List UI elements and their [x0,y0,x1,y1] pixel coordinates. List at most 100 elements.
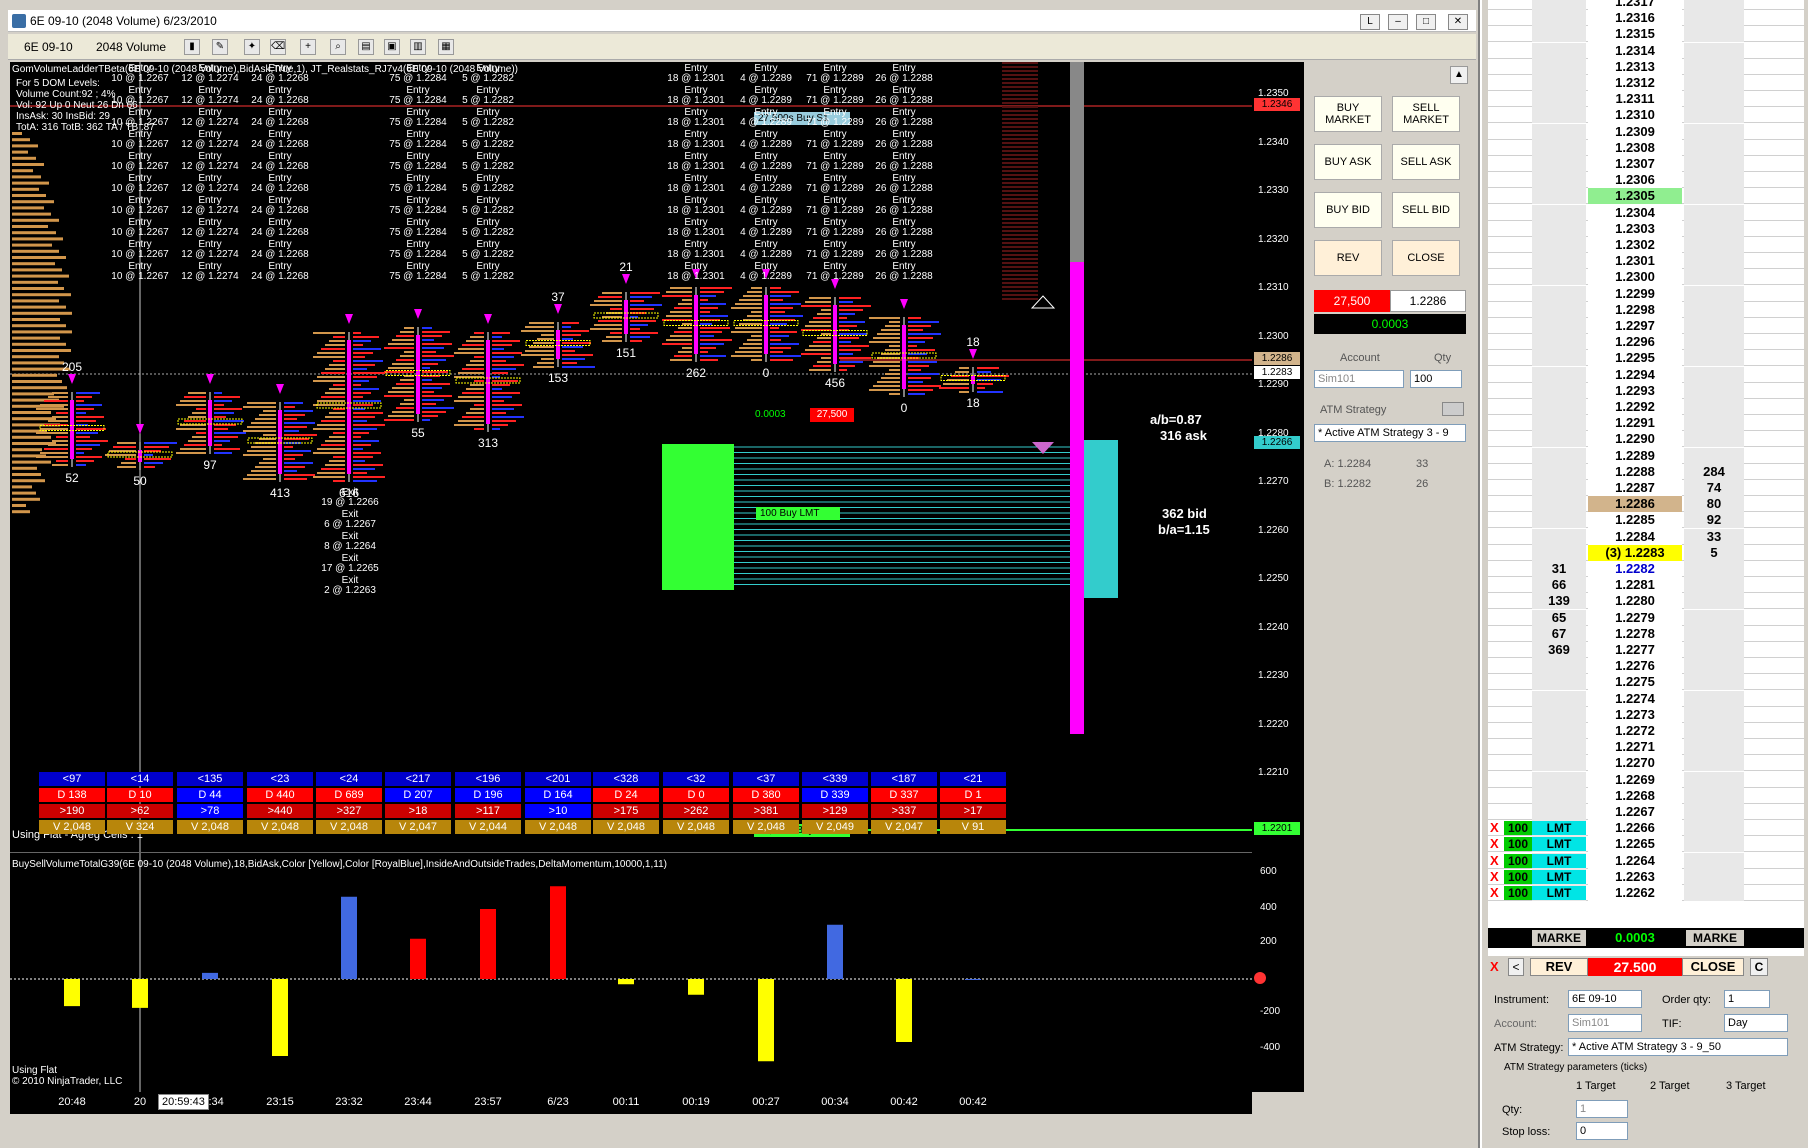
dom-bid-cell[interactable] [1532,285,1586,302]
target3-radio[interactable]: 3 Target [1726,1080,1766,1092]
dom-bid-cell[interactable] [1532,156,1586,172]
dom-row[interactable]: 1.2316 [1488,10,1804,27]
target2-radio[interactable]: 2 Target [1650,1080,1690,1092]
dom-row[interactable]: 1.2298 [1488,301,1804,318]
dom-order-type[interactable]: LMT [1532,869,1586,884]
dom-bid-cell[interactable] [1532,123,1586,140]
dom-row[interactable]: 1.2292 [1488,399,1804,415]
dom-row[interactable]: 1.2314 [1488,42,1804,59]
market-right-button[interactable]: MARKE [1686,930,1744,946]
properties-icon[interactable]: ▥ [410,39,426,55]
dom-bid-cell[interactable] [1532,10,1586,27]
dom-ask-cell[interactable] [1684,674,1744,691]
dom-ask-cell[interactable] [1684,75,1744,91]
dom-bid-cell[interactable]: 31 [1532,561,1586,577]
dom-qty-input[interactable]: 1 [1576,1100,1628,1118]
dom-ask-cell[interactable] [1684,739,1744,756]
dom-bid-cell[interactable] [1532,706,1586,723]
dom-row[interactable]: 1.2286 80 [1488,496,1804,513]
dom-row[interactable]: 1.2284 33 [1488,528,1804,545]
dom-ask-cell[interactable] [1684,42,1744,59]
atm-options-button[interactable] [1442,402,1464,416]
dom-account-select[interactable]: Sim101 [1568,1014,1642,1032]
dom-ask-cell[interactable] [1684,220,1744,237]
dom-ask-cell[interactable] [1684,625,1744,642]
dom-ask-cell[interactable] [1684,804,1744,820]
dom-ask-cell[interactable]: 33 [1684,528,1744,545]
indicator-pane[interactable]: BuySellVolumeTotalG39(6E 09-10 (2048 Vol… [10,852,1252,1092]
dom-cancel-icon[interactable]: X [1490,853,1499,869]
dom-bid-cell[interactable] [1532,269,1586,286]
dom-order-type[interactable]: LMT [1532,886,1586,900]
dom-row[interactable]: 1.2294 [1488,366,1804,383]
maximize-icon[interactable]: □ [1416,14,1436,30]
dom-row[interactable]: 1.2305 [1488,188,1804,205]
dom-bid-cell[interactable] [1532,204,1586,221]
dom-row[interactable]: 1.2271 [1488,739,1804,756]
dom-bid-cell[interactable] [1532,431,1586,448]
dom-bid-cell[interactable] [1532,107,1586,124]
dom-ask-cell[interactable] [1684,723,1744,739]
dom-row[interactable]: 1.2291 [1488,415,1804,432]
dom-row[interactable]: 1.2287 74 [1488,480,1804,496]
dom-order-qty[interactable]: 100 [1504,821,1532,836]
dom-ask-cell[interactable] [1684,771,1744,788]
buy-bid-button[interactable]: BUY BID [1314,192,1382,228]
dom-bid-cell[interactable] [1532,91,1586,108]
dom-row[interactable]: 1.2293 [1488,382,1804,399]
dom-bid-cell[interactable] [1532,139,1586,156]
dom-c-button[interactable]: C [1750,958,1768,976]
dom-order-type[interactable]: LMT [1532,837,1586,852]
dom-cancel-icon[interactable]: X [1490,820,1499,836]
dom-ask-cell[interactable] [1684,593,1744,610]
dom-ask-cell[interactable] [1684,399,1744,415]
market-left-button[interactable]: MARKE [1532,930,1586,946]
strategies-icon[interactable]: ▣ [384,39,400,55]
buy-market-button[interactable]: BUY MARKET [1314,96,1382,132]
dom-ask-cell[interactable] [1684,123,1744,140]
dom-ask-cell[interactable]: 80 [1684,496,1744,513]
dom-ask-cell[interactable] [1684,334,1744,351]
dom-row[interactable]: 1.2272 [1488,723,1804,739]
atm-strategy-select[interactable]: * Active ATM Strategy 3 - 9 [1314,424,1466,442]
dom-ask-cell[interactable] [1684,107,1744,124]
link-button[interactable]: L [1360,14,1380,30]
target1-radio[interactable]: 1 Target [1576,1080,1616,1092]
dom-row[interactable]: 1.2302 [1488,237,1804,253]
dom-ask-cell[interactable] [1684,706,1744,723]
dom-row[interactable]: 1.2280 139 [1488,593,1804,610]
dom-cancel-icon[interactable]: X [1490,885,1499,901]
dom-row[interactable]: 1.2306 [1488,172,1804,189]
minimize-icon[interactable]: – [1388,14,1408,30]
dom-bid-cell[interactable] [1532,237,1586,253]
dom-ask-cell[interactable] [1684,658,1744,675]
dom-bid-cell[interactable] [1532,480,1586,496]
dom-row[interactable]: 1.2300 [1488,269,1804,286]
dom-order-qty[interactable]: 100 [1504,837,1532,852]
dom-row[interactable]: 1.2315 [1488,26,1804,43]
dom-ask-cell[interactable] [1684,755,1744,772]
dom-ask-cell[interactable] [1684,58,1744,75]
dom-ask-cell[interactable]: 92 [1684,512,1744,529]
dom-bid-cell[interactable] [1532,804,1586,820]
dom-row[interactable]: 1.2289 [1488,447,1804,464]
dom-bid-cell[interactable] [1532,188,1586,205]
dom-row[interactable]: 1.2285 92 [1488,512,1804,529]
dom-row[interactable]: 1.2274 [1488,690,1804,707]
dom-bid-cell[interactable] [1532,739,1586,756]
dom-row[interactable]: 1.2264 X 100 LMT [1488,852,1804,869]
dom-bid-cell[interactable] [1532,463,1586,480]
dom-row[interactable]: 1.2297 [1488,318,1804,334]
dom-ask-cell[interactable] [1684,852,1744,869]
dom-row[interactable]: 1.2309 [1488,123,1804,140]
dom-row[interactable]: 1.2310 [1488,107,1804,124]
account-select[interactable]: Sim101 [1314,370,1404,388]
dom-ask-cell[interactable] [1684,642,1744,658]
scroll-up-icon[interactable]: ▲ [1450,66,1468,84]
zoom-icon[interactable]: ⌕ [330,39,346,55]
dom-row[interactable]: 1.2278 67 [1488,625,1804,642]
dom-bid-cell[interactable] [1532,42,1586,59]
dom-row[interactable]: 1.2263 X 100 LMT [1488,868,1804,885]
dom-order-type[interactable]: LMT [1532,821,1586,836]
eraser-icon[interactable]: ⌫ [270,39,286,55]
